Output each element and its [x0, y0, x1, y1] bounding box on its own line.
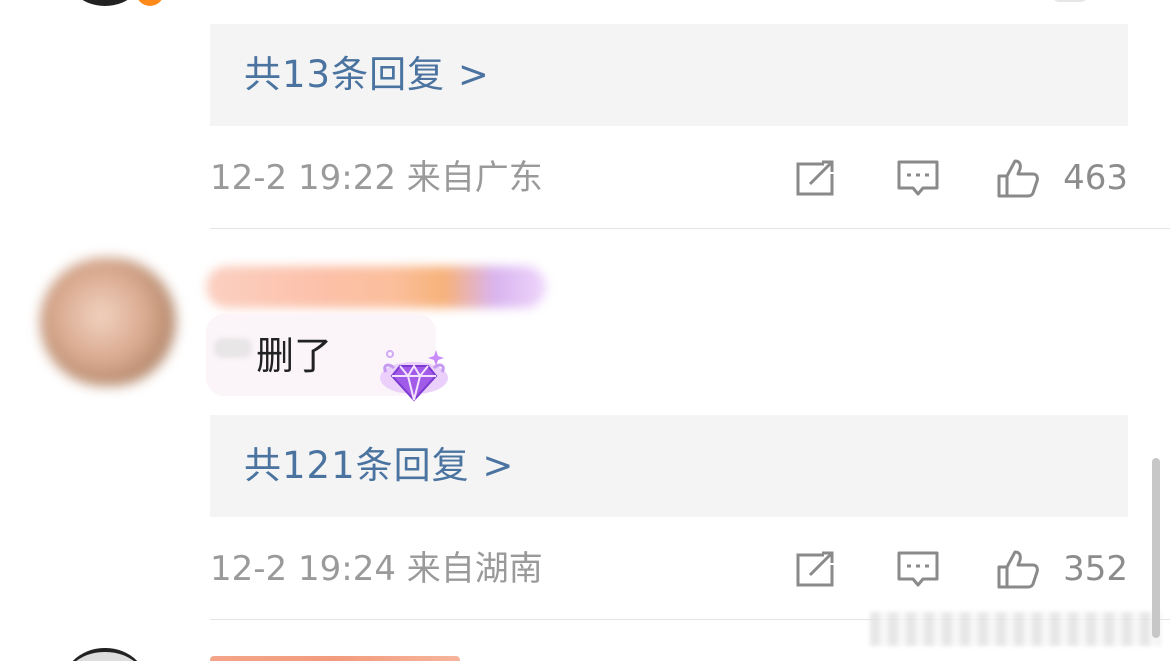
comment-time-location: 12-2 19:22 来自广东	[210, 158, 543, 198]
diamond-badge-icon	[380, 350, 448, 402]
comment-text: 删了	[256, 334, 333, 378]
share-icon[interactable]	[794, 549, 838, 589]
redacted-text	[214, 338, 252, 358]
follow-button[interactable]	[1050, 0, 1090, 2]
reply-summary-link[interactable]: 共121条回复 >	[244, 415, 514, 517]
avatar[interactable]	[60, 0, 150, 6]
comment-feed: 共13条回复 > 12-2 19:22 来自广东 463 删了 共121条回复 …	[0, 0, 1170, 661]
avatar[interactable]	[40, 258, 176, 386]
comment-time-location: 12-2 19:24 来自湖南	[210, 549, 543, 589]
redacted-overlay	[870, 612, 1160, 646]
avatar[interactable]	[60, 648, 150, 661]
thumbs-up-icon[interactable]	[996, 549, 1040, 589]
like-count: 463	[1063, 158, 1128, 198]
divider	[210, 228, 1170, 229]
username[interactable]	[206, 266, 546, 308]
verified-badge	[136, 0, 164, 6]
comment-icon[interactable]	[896, 549, 940, 589]
reply-summary-box[interactable]: 共121条回复 >	[210, 415, 1128, 517]
reply-summary-box[interactable]: 共13条回复 >	[210, 24, 1128, 126]
comment-meta-row: 12-2 19:24 来自湖南 352	[210, 539, 1128, 599]
like-count: 352	[1063, 549, 1128, 589]
username[interactable]	[210, 656, 460, 661]
scrollbar[interactable]	[1152, 458, 1160, 638]
share-icon[interactable]	[794, 158, 838, 198]
thumbs-up-icon[interactable]	[996, 158, 1040, 198]
reply-summary-link[interactable]: 共13条回复 >	[244, 24, 490, 126]
comment-meta-row: 12-2 19:22 来自广东 463	[210, 148, 1128, 208]
comment-icon[interactable]	[896, 158, 940, 198]
